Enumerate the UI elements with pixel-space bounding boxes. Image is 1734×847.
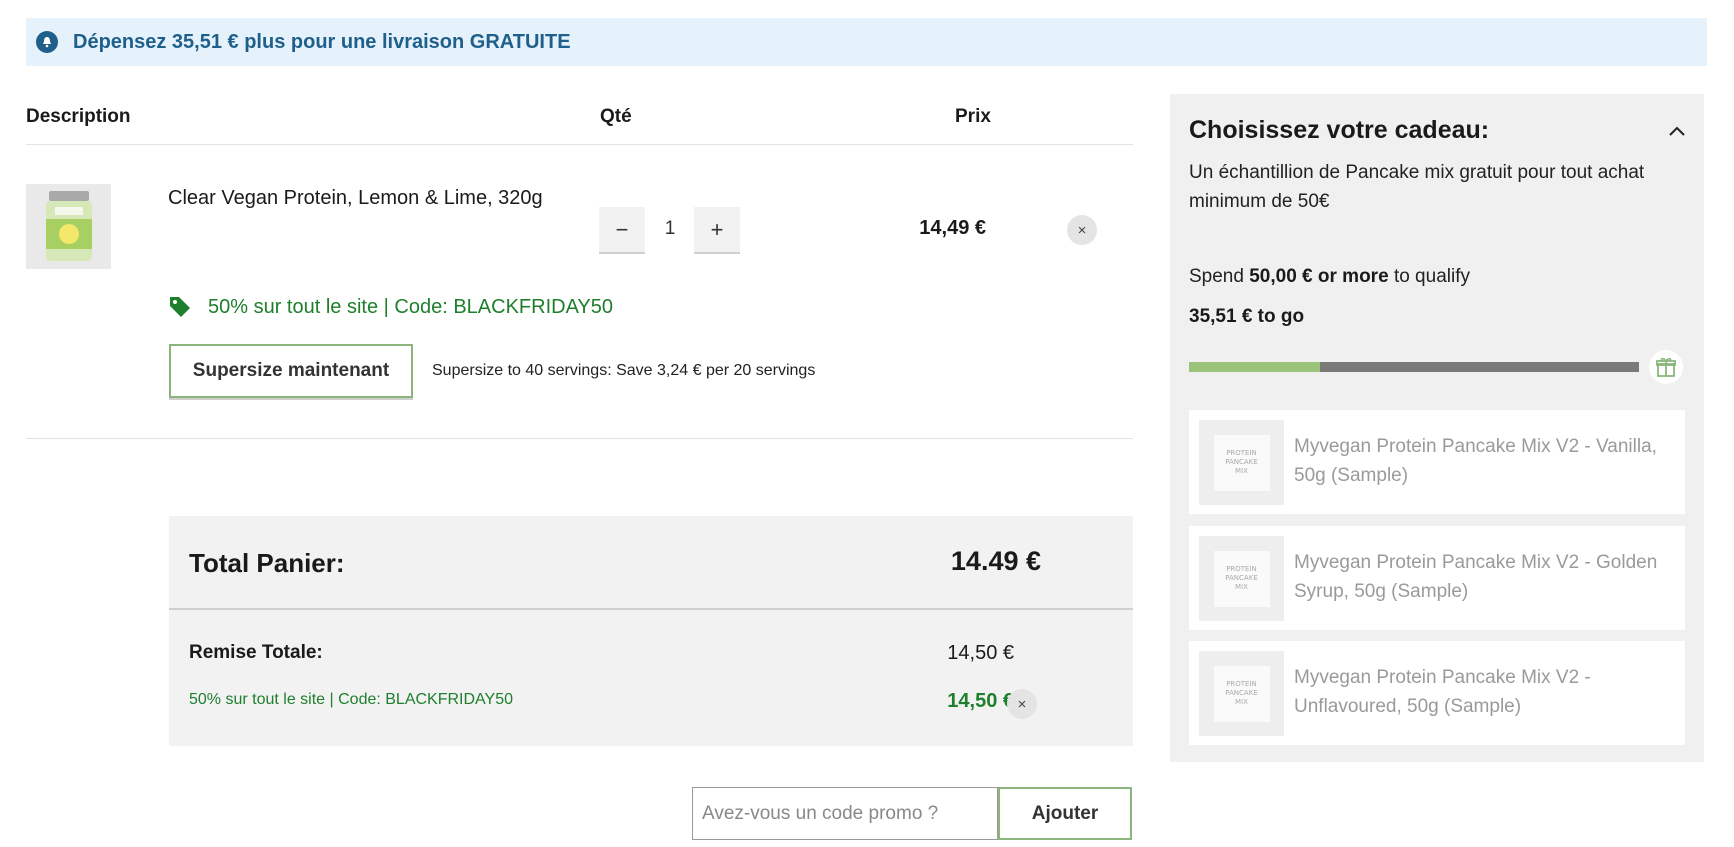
spend-prefix: Spend [1189,266,1244,287]
header-description: Description [26,106,131,127]
discount-code-value: 14,50 € [947,690,1014,712]
item-promo-text: 50% sur tout le site | Code: BLACKFRIDAY… [208,295,614,318]
promo-code-input[interactable] [692,787,998,840]
remove-item-button[interactable]: × [1067,215,1097,245]
item-divider [26,438,1133,439]
thumb-line: PROTEIN [1226,680,1257,688]
gift-thumbnail: PROTEIN PANCAKE MIX [1199,651,1284,736]
gift-thumbnail: PROTEIN PANCAKE MIX [1199,420,1284,505]
product-name[interactable]: Clear Vegan Protein, Lemon & Lime, 320g [168,187,543,210]
totals-divider [169,608,1133,610]
thumb-line: PROTEIN [1226,565,1257,573]
thumb-line: PROTEIN [1226,449,1257,457]
gift-panel-title: Choisissez votre cadeau: [1189,116,1490,144]
supersize-note: Supersize to 40 servings: Save 3,24 € pe… [432,362,816,379]
gift-option[interactable]: PROTEIN PANCAKE MIX Myvegan Protein Panc… [1189,526,1685,630]
increment-button[interactable]: + [694,207,740,254]
gift-thumbnail: PROTEIN PANCAKE MIX [1199,536,1284,621]
banner-text: Dépensez 35,51 € plus pour une livraison… [73,30,571,53]
thumb-line: MIX [1235,583,1248,591]
discount-total-value: 14,50 € [947,642,1014,664]
product-image[interactable] [26,184,111,269]
gift-icon [1649,350,1683,384]
thumb-line: PANCAKE [1225,458,1258,466]
header-qty: Qté [600,106,632,127]
supersize-button[interactable]: Supersize maintenant [169,344,413,398]
thumb-line: MIX [1235,698,1248,706]
chevron-up-icon[interactable] [1664,118,1690,144]
info-icon [36,31,58,53]
cart-totals: Total Panier: 14.49 € Remise Totale: 14,… [169,516,1133,746]
decrement-button[interactable]: − [599,207,645,254]
item-price: 14,49 € [919,217,986,239]
gift-option-name: Myvegan Protein Pancake Mix V2 - Unflavo… [1294,667,1591,717]
free-delivery-banner: Dépensez 35,51 € plus pour une livraison… [26,18,1707,66]
quantity-value: 1 [664,218,676,239]
item-promo: 50% sur tout le site | Code: BLACKFRIDAY… [168,295,613,319]
header-divider [26,144,1133,145]
total-label: Total Panier: [189,548,345,578]
total-value: 14.49 € [950,546,1041,576]
gift-option[interactable]: PROTEIN PANCAKE MIX Myvegan Protein Panc… [1189,641,1685,745]
product-jar-image [45,190,92,261]
gift-progress-fill [1189,362,1320,372]
discount-total-label: Remise Totale: [189,642,323,663]
gift-option-name: Myvegan Protein Pancake Mix V2 - Golden … [1294,552,1658,602]
tag-icon [170,297,190,317]
spend-amount: 50,00 € or more [1249,266,1389,287]
remove-discount-button[interactable]: × [1007,689,1037,719]
spend-suffix: to qualify [1393,266,1470,287]
discount-code-label: 50% sur tout le site | Code: BLACKFRIDAY… [189,691,514,708]
spend-threshold: Spend 50,00 € or more to qualify [1189,266,1470,288]
gift-option-name: Myvegan Protein Pancake Mix V2 - Vanilla… [1294,436,1657,486]
amount-to-go: 35,51 € to go [1189,306,1305,327]
gift-option[interactable]: PROTEIN PANCAKE MIX Myvegan Protein Panc… [1189,410,1685,514]
thumb-line: PANCAKE [1225,689,1258,697]
apply-promo-button[interactable]: Ajouter [998,787,1132,840]
header-price: Prix [955,106,991,127]
gift-progress-bar [1189,362,1639,372]
gift-panel: Choisissez votre cadeau: Un échantillion… [1170,94,1704,762]
thumb-line: PANCAKE [1225,574,1258,582]
thumb-line: MIX [1235,467,1248,475]
gift-panel-description: Un échantillion de Pancake mix gratuit p… [1189,162,1645,212]
